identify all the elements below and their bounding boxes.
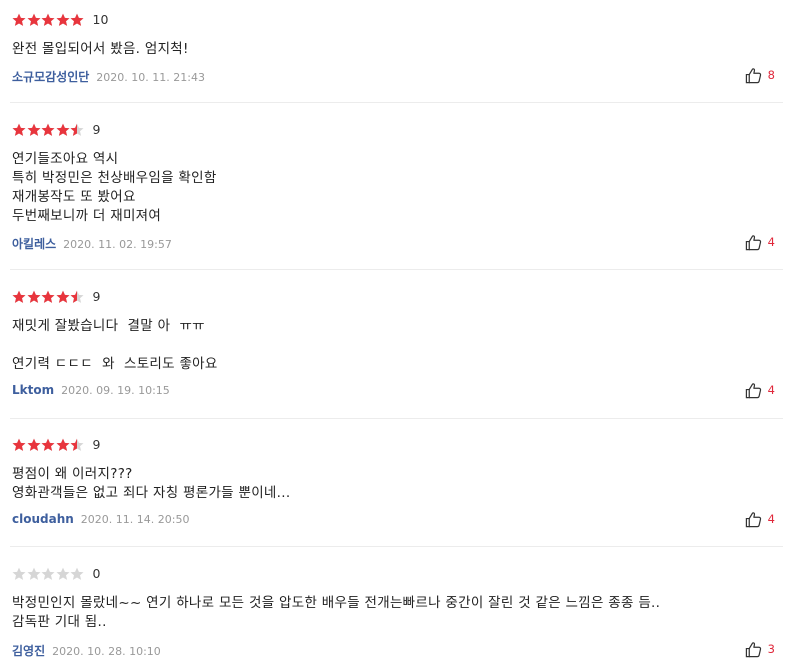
review-text-line: 평점이 왜 이러지??? bbox=[12, 466, 133, 482]
reviewer-nickname[interactable]: cloudahn bbox=[12, 512, 74, 526]
like-count: 8 bbox=[767, 68, 775, 82]
review-text-line: 연기력 ㄷㄷㄷ 와 스토리도 좋아요 bbox=[12, 356, 218, 372]
star-icon bbox=[41, 567, 55, 580]
star-rating: 9 bbox=[12, 122, 100, 138]
star-icon bbox=[12, 13, 26, 26]
like-count: 4 bbox=[767, 383, 775, 397]
star-icon bbox=[12, 438, 26, 451]
star-icon bbox=[56, 290, 69, 303]
review-meta: cloudahn 2020. 11. 14. 20:50 bbox=[12, 512, 189, 528]
star-rating: 9 bbox=[12, 289, 100, 305]
review-text: 연기들조아요 역시특히 박정민은 천상배우임을 확인함재개봉작도 또 봤어요두번… bbox=[12, 150, 772, 226]
star-icon bbox=[27, 123, 40, 136]
star-icon bbox=[56, 123, 69, 136]
reviewer-nickname[interactable]: 아킬레스 bbox=[12, 235, 56, 252]
star-icon bbox=[41, 13, 55, 26]
review-date: 2020. 09. 19. 10:15 bbox=[61, 384, 170, 397]
review-meta: Lktom 2020. 09. 19. 10:15 bbox=[12, 383, 170, 399]
review-text: 완전 몰입되어서 봤음. 엄지척! bbox=[12, 40, 772, 59]
star-group bbox=[12, 290, 85, 304]
star-rating: 9 bbox=[12, 437, 100, 453]
rating-score: 9 bbox=[92, 122, 101, 137]
star-icon bbox=[56, 438, 69, 451]
review-text-line: 두번째보니까 더 재미져여 bbox=[12, 208, 162, 224]
reviewer-nickname[interactable]: 소규모감성인단 bbox=[12, 68, 89, 85]
review-text-line: 감독판 기대 됨.. bbox=[12, 614, 107, 630]
review-text-line bbox=[12, 336, 772, 355]
review-meta: 아킬레스 2020. 11. 02. 19:57 bbox=[12, 235, 172, 251]
review-text-line: 특히 박정민은 천상배우임을 확인함 bbox=[12, 170, 217, 186]
review-text: 재밋게 잘봤습니다 결말 아 ㅠㅠ 연기력 ㄷㄷㄷ 와 스토리도 좋아요 bbox=[12, 317, 772, 374]
star-icon bbox=[41, 290, 55, 303]
rating-score: 10 bbox=[92, 12, 109, 27]
review-divider bbox=[10, 418, 783, 419]
review-date: 2020. 10. 11. 21:43 bbox=[96, 71, 205, 84]
star-icon bbox=[12, 567, 26, 580]
star-group bbox=[12, 567, 85, 581]
like-button[interactable]: 4 bbox=[745, 510, 775, 528]
review-text-line: 박정민인지 몰랐네~~ 연기 하나로 모든 것을 압도한 배우들 전개는빠르나 … bbox=[12, 595, 661, 611]
star-group bbox=[12, 123, 85, 137]
like-button[interactable]: 8 bbox=[745, 66, 775, 84]
reviewer-nickname[interactable]: Lktom bbox=[12, 383, 54, 397]
thumbs-up-icon bbox=[745, 382, 761, 398]
review-meta: 김영진 2020. 10. 28. 10:10 bbox=[12, 642, 161, 658]
review-text: 평점이 왜 이러지??? 영화관객들은 없고 죄다 자칭 평론가들 뿐이네... bbox=[12, 465, 772, 503]
thumbs-up-icon bbox=[745, 234, 761, 250]
star-icon bbox=[27, 290, 40, 303]
review-date: 2020. 11. 02. 19:57 bbox=[63, 238, 172, 251]
review-date: 2020. 11. 14. 20:50 bbox=[80, 513, 190, 526]
rating-score: 0 bbox=[92, 566, 101, 581]
review-divider bbox=[10, 102, 783, 103]
thumbs-up-icon bbox=[745, 641, 761, 657]
review-divider bbox=[10, 269, 783, 270]
star-icon bbox=[70, 13, 84, 26]
rating-score: 9 bbox=[92, 437, 101, 452]
review-date: 2020. 10. 28. 10:10 bbox=[52, 645, 161, 658]
like-button[interactable]: 4 bbox=[745, 381, 775, 399]
star-icon bbox=[27, 13, 40, 26]
star-icon bbox=[56, 13, 69, 26]
star-icon bbox=[27, 438, 40, 451]
review-meta: 소규모감성인단 2020. 10. 11. 21:43 bbox=[12, 68, 205, 84]
like-count: 4 bbox=[767, 512, 775, 526]
thumbs-up-icon bbox=[745, 511, 761, 527]
reviewer-nickname[interactable]: 김영진 bbox=[12, 642, 45, 659]
review-text-line: 완전 몰입되어서 봤음. 엄지척! bbox=[12, 41, 189, 57]
like-count: 3 bbox=[767, 642, 775, 656]
review-text-line: 재밋게 잘봤습니다 결말 아 ㅠㅠ bbox=[12, 318, 205, 334]
star-rating: 0 bbox=[12, 566, 100, 582]
review-text-line: 연기들조아요 역시 bbox=[12, 151, 119, 167]
star-icon bbox=[41, 123, 55, 136]
star-icon bbox=[70, 438, 84, 451]
star-group bbox=[12, 13, 85, 27]
like-count: 4 bbox=[767, 235, 775, 249]
review-text-line: 영화관객들은 없고 죄다 자칭 평론가들 뿐이네... bbox=[12, 485, 291, 501]
star-rating: 10 bbox=[12, 12, 108, 28]
like-button[interactable]: 4 bbox=[745, 233, 775, 251]
star-icon bbox=[12, 123, 26, 136]
review-text-line: 재개봉작도 또 봤어요 bbox=[12, 189, 136, 205]
rating-score: 9 bbox=[92, 289, 101, 304]
star-icon bbox=[56, 567, 69, 580]
star-icon bbox=[12, 290, 26, 303]
star-group bbox=[12, 438, 85, 452]
star-icon bbox=[70, 123, 84, 136]
star-icon bbox=[41, 438, 55, 451]
review-divider bbox=[10, 546, 783, 547]
review-text: 박정민인지 몰랐네~~ 연기 하나로 모든 것을 압도한 배우들 전개는빠르나 … bbox=[12, 594, 772, 632]
thumbs-up-icon bbox=[745, 67, 761, 83]
star-icon bbox=[27, 567, 40, 580]
star-icon bbox=[70, 567, 84, 580]
star-icon bbox=[70, 290, 84, 303]
like-button[interactable]: 3 bbox=[745, 640, 775, 658]
